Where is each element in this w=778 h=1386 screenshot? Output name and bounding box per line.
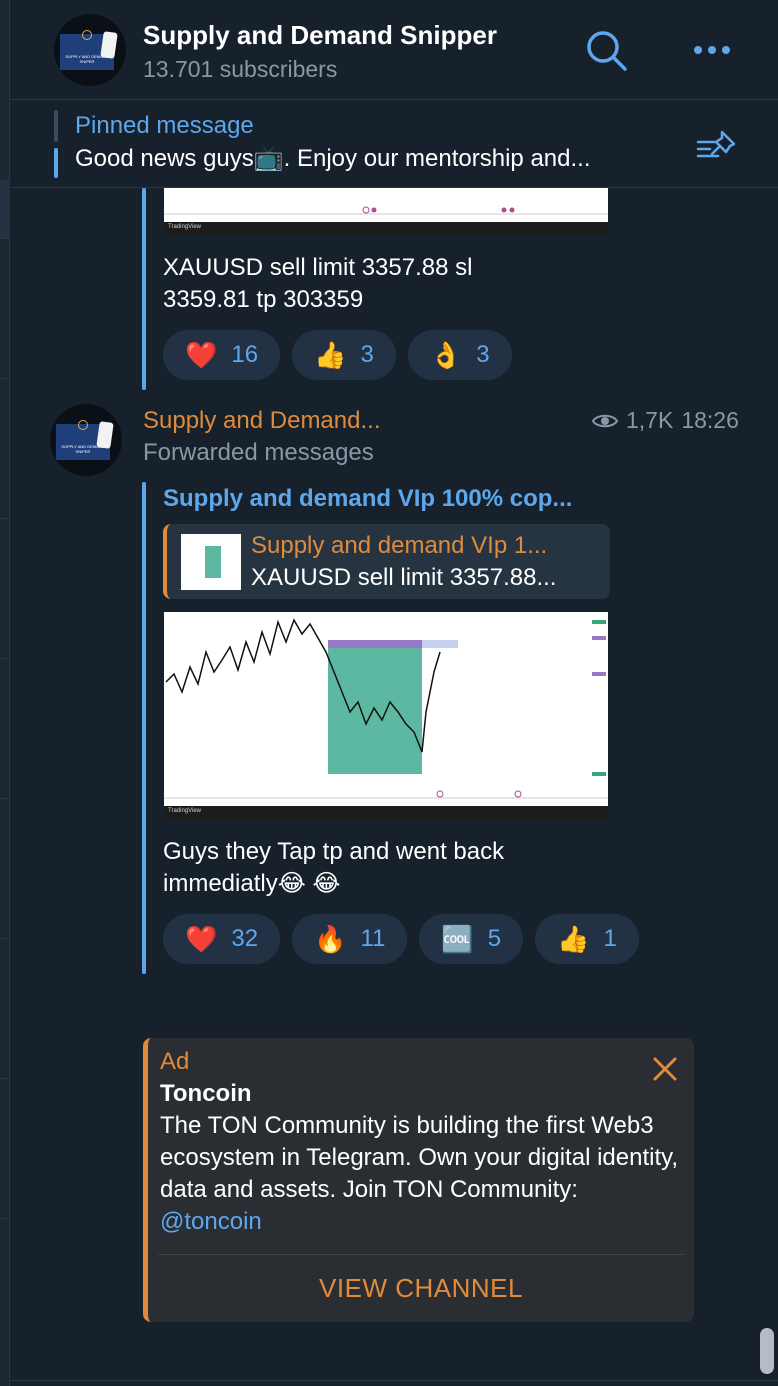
message-meta: 1,7K 18:26	[592, 407, 739, 434]
search-button[interactable]	[584, 28, 630, 74]
forward-source-title[interactable]: Supply and demand VIp 100% cop...	[163, 485, 572, 513]
reaction-cool[interactable]: 🆒 5	[419, 914, 524, 964]
view-count: 1,7K	[626, 407, 674, 433]
tradingview-label: TradingView	[168, 808, 202, 814]
reactions-row: ❤️ 32 🔥 11 🆒 5 👍 1	[163, 914, 639, 964]
reply-thumbnail	[181, 534, 241, 590]
thumbs-up-icon: 👍	[314, 340, 347, 370]
reaction-heart[interactable]: ❤️ 16	[163, 330, 281, 380]
chart-image-partial[interactable]: TradingView	[164, 188, 608, 236]
ad-title: Toncoin	[160, 1080, 252, 1107]
chat-list-edge	[0, 0, 10, 1386]
reply-title: Supply and demand VIp 1...	[251, 532, 548, 559]
more-options-button[interactable]	[690, 30, 734, 70]
eye-icon	[592, 414, 618, 427]
sponsored-ad-card[interactable]: Ad Toncoin The TON Community is building…	[143, 1038, 694, 1322]
heart-icon: ❤️	[185, 924, 218, 954]
forwarded-label: Forwarded messages	[143, 439, 374, 466]
channel-avatar[interactable]: SUPPLY AND DEMAND SNIPER	[54, 14, 126, 86]
pinned-message-bar[interactable]: Pinned message Good news guys📺. Enjoy ou…	[10, 100, 778, 188]
ad-channel-link[interactable]: @toncoin	[160, 1208, 262, 1235]
reply-preview[interactable]: Supply and demand VIp 1... XAUUSD sell l…	[163, 524, 610, 599]
reaction-ok-hand[interactable]: 👌 3	[407, 330, 512, 380]
message-text: Guys they Tap tp and went back immediatl…	[163, 838, 505, 897]
tradingview-label: TradingView	[168, 224, 202, 230]
pin-list-icon	[696, 130, 736, 158]
search-icon	[587, 31, 627, 71]
candlestick-chart-svg	[164, 618, 608, 799]
message-accent-bar	[142, 188, 146, 390]
ad-close-button[interactable]	[650, 1054, 680, 1084]
close-icon	[653, 1057, 677, 1081]
heart-icon: ❤️	[185, 340, 218, 370]
message-accent-bar	[142, 482, 146, 974]
reaction-heart[interactable]: ❤️ 32	[163, 914, 281, 964]
view-channel-button[interactable]: VIEW CHANNEL	[148, 1260, 694, 1316]
scrollbar-thumb[interactable]	[760, 1328, 774, 1374]
sender-name[interactable]: Supply and Demand...	[143, 407, 380, 435]
message-text: XAUUSD sell limit 3357.88 sl 3359.81 tp …	[163, 254, 473, 313]
logo-emblem-icon	[82, 30, 92, 40]
chart-svg	[164, 206, 608, 215]
more-dots-icon	[694, 46, 730, 54]
logo-emblem-icon	[78, 420, 88, 430]
reaction-thumbs-up[interactable]: 👍 3	[292, 330, 396, 380]
divider	[10, 1380, 778, 1381]
reactions-row: ❤️ 16 👍 3 👌 3	[163, 330, 512, 380]
pinned-label: Pinned message	[75, 112, 254, 139]
chat-header: SUPPLY AND DEMAND SNIPER Supply and Dema…	[10, 0, 778, 100]
ok-hand-icon: 👌	[429, 340, 463, 370]
cool-icon: 🆒	[441, 924, 474, 954]
reaction-fire[interactable]: 🔥 11	[292, 914, 408, 964]
pinned-list-button[interactable]	[696, 128, 740, 164]
ad-body: The TON Community is building the first …	[160, 1112, 679, 1235]
chart-image[interactable]: TradingView	[164, 612, 608, 820]
sender-avatar[interactable]: SUPPLY AND DEMAND SNIPER	[50, 404, 122, 476]
thumbs-up-icon: 👍	[557, 924, 590, 954]
ad-label: Ad	[160, 1048, 190, 1075]
chat-list-selected-item	[0, 180, 10, 238]
subscriber-count: 13.701 subscribers	[143, 56, 338, 82]
fire-icon: 🔥	[314, 924, 347, 954]
message-time: 18:26	[681, 407, 739, 433]
channel-title[interactable]: Supply and Demand Snipper	[143, 20, 497, 51]
divider	[158, 1254, 684, 1255]
reaction-thumbs-up[interactable]: 👍 1	[535, 914, 639, 964]
pinned-text: Good news guys📺. Enjoy our mentorship an…	[75, 145, 591, 172]
reply-text: XAUUSD sell limit 3357.88...	[251, 564, 557, 591]
